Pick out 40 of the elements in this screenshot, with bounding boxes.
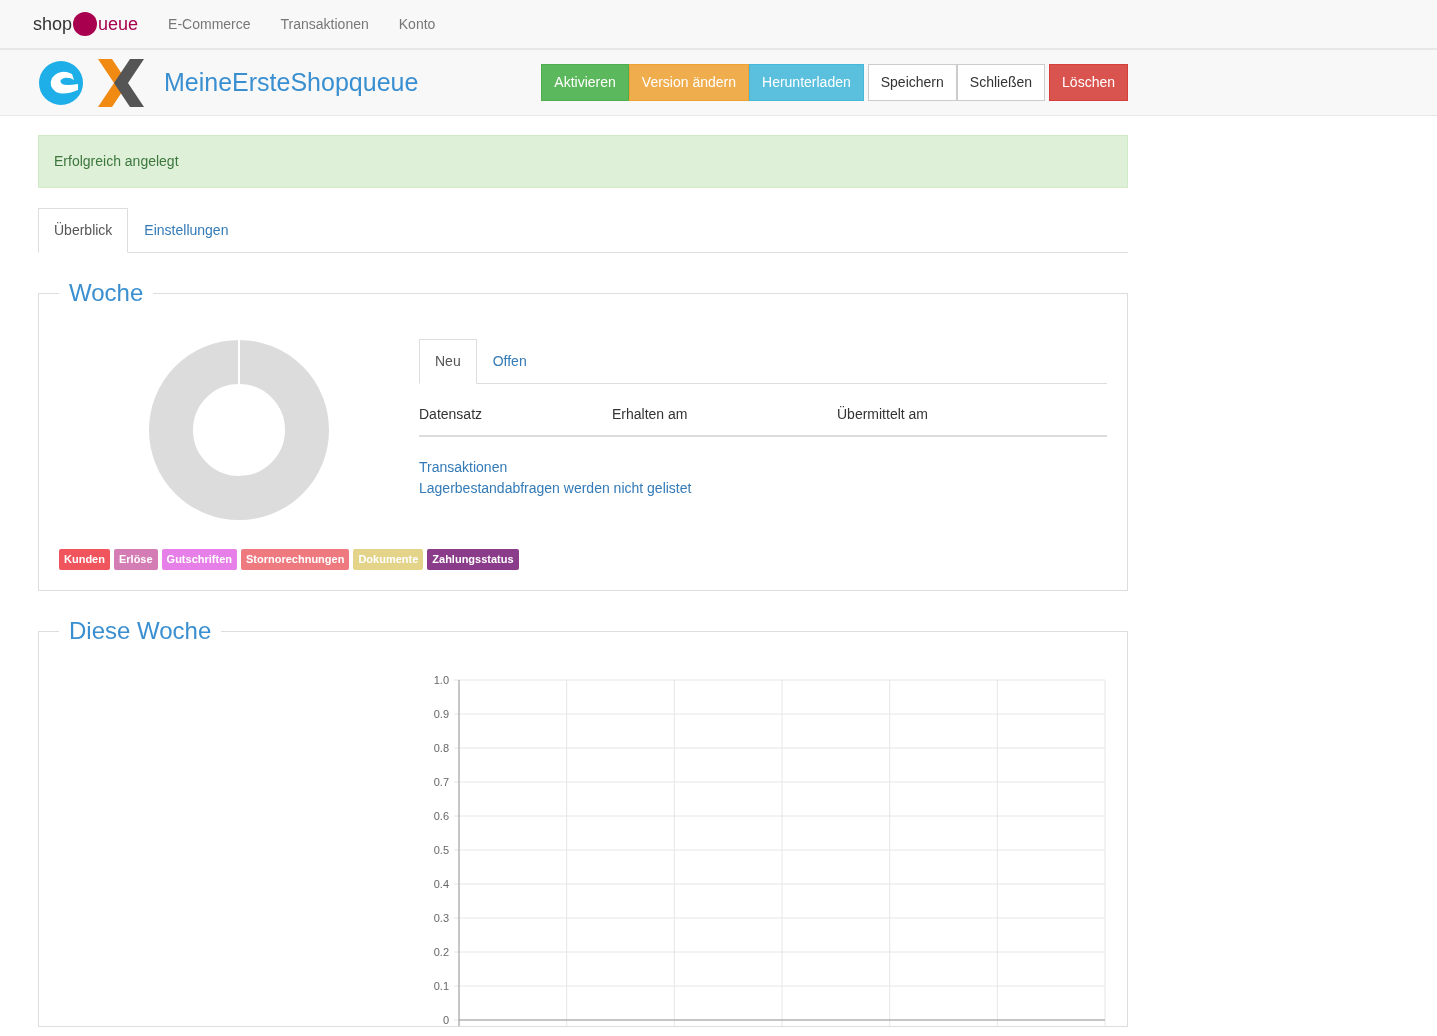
legend-tag: Gutschriften: [161, 549, 237, 570]
column-header: Übermittelt am: [837, 384, 1107, 437]
nav-link[interactable]: Transaktionen: [280, 13, 369, 35]
nav-link[interactable]: Konto: [398, 13, 436, 35]
tab[interactable]: Neu: [419, 339, 477, 384]
legend-tag: Zahlungsstatus: [427, 549, 519, 570]
action-button[interactable]: Speichern: [867, 64, 957, 101]
tab[interactable]: Offen: [476, 339, 543, 384]
tab[interactable]: Überblick: [38, 208, 129, 253]
action-button[interactable]: Aktivieren: [541, 64, 629, 101]
legend-tag: Stornorechnungen: [241, 549, 350, 570]
page-title: MeineErsteShopqueue: [164, 66, 419, 98]
logo-text: ueue: [98, 12, 139, 36]
info-text: Lagerbestandabfragen werden nicht gelistet: [419, 479, 693, 498]
s-logo-icon: [38, 59, 84, 106]
axis-tick-label: 0.4: [433, 877, 449, 890]
legend-tag: Kunden: [59, 549, 110, 570]
nav-link[interactable]: E-Commerce: [168, 13, 251, 35]
axis-tick-label: 0.1: [433, 979, 449, 992]
tab[interactable]: Einstellungen: [128, 208, 245, 253]
column-header: Erhalten am: [612, 384, 837, 437]
legend-tag: Dokumente: [353, 549, 424, 570]
axis-tick-label: 0.8: [433, 741, 449, 754]
axis-tick-label: 0.2: [433, 945, 449, 958]
transactions-link[interactable]: Transaktionen: [419, 459, 508, 475]
logo-text: shop: [33, 12, 73, 36]
axis-tick-label: 0.9: [433, 707, 449, 720]
x-logo-icon: [96, 58, 146, 107]
logo-circle-icon: [73, 12, 98, 36]
axis-tick-label: 0.6: [433, 809, 449, 822]
axis-tick-label: 0.5: [433, 843, 449, 856]
axis-tick-label: 0.3: [433, 911, 449, 924]
action-button[interactable]: Schließen: [956, 64, 1046, 101]
axis-tick-label: 1.0: [433, 673, 449, 686]
success-alert: Erfolgreich angelegt: [38, 135, 1128, 188]
axis-tick-label: 0: [442, 1013, 449, 1026]
action-button[interactable]: Löschen: [1049, 64, 1128, 101]
column-header: Datensatz: [419, 384, 612, 437]
legend-tag: Erlöse: [113, 549, 158, 570]
axis-tick-label: 0.7: [433, 775, 449, 788]
